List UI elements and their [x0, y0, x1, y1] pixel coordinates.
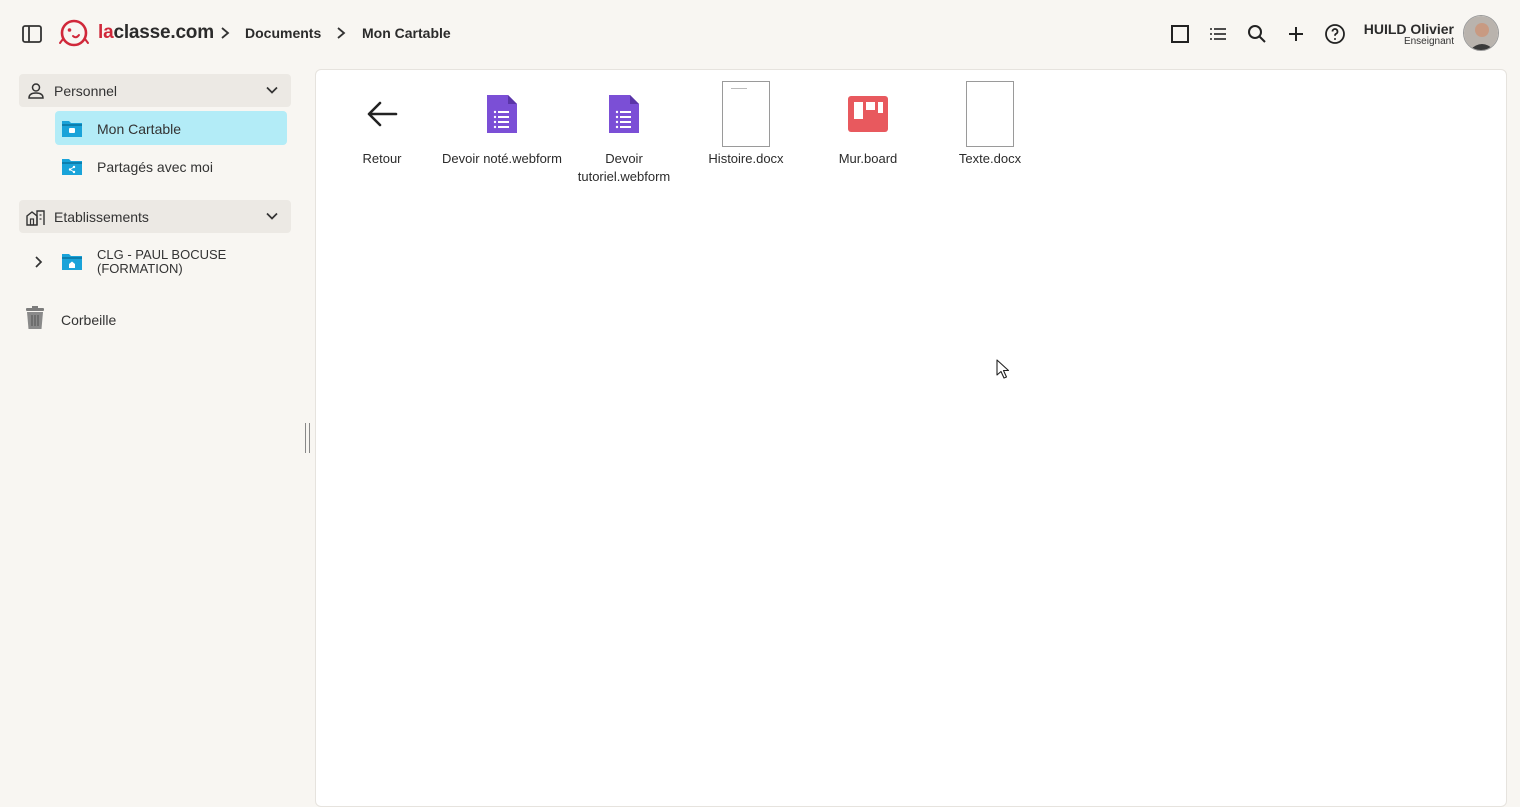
- sidebar-item-etablissement[interactable]: CLG - PAUL BOCUSE (FORMATION): [25, 246, 287, 284]
- sidebar-item-mon-cartable[interactable]: Mon Cartable: [55, 111, 287, 145]
- sidebar-item-label: Mon Cartable: [97, 121, 182, 137]
- file-item-retour[interactable]: Retour: [321, 80, 443, 168]
- sidebar-item-label: Corbeille: [61, 312, 117, 328]
- breadcrumb-documents[interactable]: Documents: [245, 25, 321, 41]
- user-name: HUILD Olivier: [1363, 21, 1454, 37]
- file-item-texte[interactable]: Texte.docx: [929, 80, 1051, 168]
- board-icon: [848, 96, 888, 132]
- logo-icon: [59, 19, 89, 47]
- top-bar: laclasse.com Documents Mon Cartable HUIL…: [0, 0, 1520, 66]
- file-item-devoir-tutoriel[interactable]: Devoir tutoriel.webform: [563, 80, 685, 186]
- panel-resize-handle[interactable]: [304, 423, 310, 453]
- file-item-mur-board[interactable]: Mur.board: [807, 80, 929, 168]
- file-label: Devoir tutoriel.webform: [577, 151, 671, 184]
- docx-thumbnail: [722, 81, 770, 147]
- section-personnel[interactable]: Personnel: [19, 74, 291, 107]
- search-icon[interactable]: [1245, 22, 1269, 46]
- list-view-icon[interactable]: [1206, 22, 1230, 46]
- sidebar-item-label: Partagés avec moi: [97, 159, 213, 175]
- sidebar-item-label: CLG - PAUL BOCUSE (FORMATION): [97, 247, 227, 276]
- folder-schoolbag-icon: [62, 121, 82, 137]
- section-etablissements[interactable]: Etablissements: [19, 200, 291, 233]
- arrow-left-icon: [367, 101, 398, 127]
- sidebar-item-partages[interactable]: Partagés avec moi: [55, 149, 287, 183]
- mouse-cursor-icon: [996, 359, 1010, 379]
- file-label: Mur.board: [838, 151, 898, 166]
- folder-shared-icon: [62, 159, 82, 175]
- user-role: Enseignant: [1403, 36, 1454, 47]
- user-icon: [28, 83, 44, 99]
- sidebar: Personnel Mon Cartable Partagés avec moi…: [0, 66, 300, 807]
- logo[interactable]: laclasse.com: [58, 17, 214, 49]
- file-label: Devoir noté.webform: [442, 151, 562, 166]
- file-browser-panel: Retour Devoir noté.webform Devoir tutori…: [315, 69, 1507, 807]
- avatar[interactable]: [1463, 15, 1499, 51]
- help-icon[interactable]: [1323, 22, 1347, 46]
- file-label: Histoire.docx: [708, 151, 784, 166]
- chevron-right-icon: [337, 27, 346, 39]
- logo-text-accent: la: [98, 22, 114, 43]
- logo-text: laclasse.com: [98, 22, 214, 44]
- chevron-right-icon[interactable]: [33, 255, 45, 269]
- breadcrumb-mon-cartable[interactable]: Mon Cartable: [362, 25, 451, 41]
- avatar-image: [1464, 16, 1498, 50]
- chevron-right-icon: [221, 27, 230, 39]
- trash-icon: [26, 306, 44, 329]
- file-label: Retour: [362, 151, 402, 166]
- webform-icon: [487, 95, 517, 133]
- logo-text-rest: classe.com: [113, 22, 214, 43]
- file-item-devoir-note[interactable]: Devoir noté.webform: [441, 80, 563, 168]
- folder-school-icon: [62, 254, 82, 270]
- docx-thumbnail: [966, 81, 1014, 147]
- grid-view-icon[interactable]: [1168, 22, 1192, 46]
- chevron-down-icon: [266, 86, 278, 94]
- file-label: Texte.docx: [958, 151, 1022, 166]
- section-etablissements-label: Etablissements: [54, 209, 149, 225]
- sidebar-item-corbeille[interactable]: Corbeille: [24, 306, 224, 332]
- buildings-icon: [26, 210, 45, 226]
- section-personnel-label: Personnel: [54, 83, 118, 99]
- sidebar-toggle-icon[interactable]: [20, 22, 44, 46]
- webform-icon: [609, 95, 639, 133]
- chevron-down-icon: [266, 212, 278, 220]
- file-item-histoire[interactable]: Histoire.docx: [685, 80, 807, 168]
- add-icon[interactable]: [1284, 22, 1308, 46]
